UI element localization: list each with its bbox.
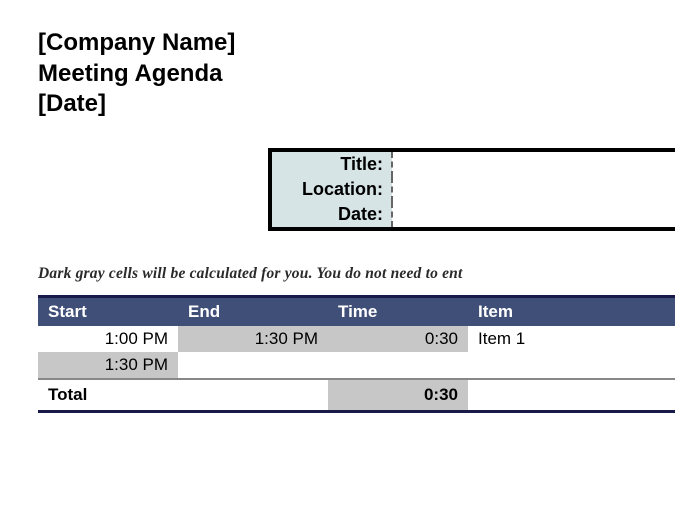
col-header-time: Time: [328, 297, 468, 327]
info-value-date[interactable]: [392, 202, 675, 229]
cell-start: 1:30 PM: [38, 352, 178, 379]
total-item-spacer: [468, 379, 675, 412]
cell-item[interactable]: [468, 352, 675, 379]
cell-time: 0:30: [328, 326, 468, 352]
col-header-end: End: [178, 297, 328, 327]
agenda-row: 1:30 PM: [38, 352, 675, 379]
info-label-location: Location:: [270, 177, 392, 202]
total-spacer: [178, 379, 328, 412]
agenda-row: 1:00 PM 1:30 PM 0:30 Item 1: [38, 326, 675, 352]
info-value-title[interactable]: [392, 150, 675, 177]
col-header-start: Start: [38, 297, 178, 327]
info-value-location[interactable]: [392, 177, 675, 202]
instruction-note: Dark gray cells will be calculated for y…: [38, 265, 675, 283]
cell-item[interactable]: Item 1: [468, 326, 675, 352]
info-label-title: Title:: [270, 150, 392, 177]
col-header-item: Item: [468, 297, 675, 327]
info-label-date: Date:: [270, 202, 392, 229]
cell-time[interactable]: [328, 352, 468, 379]
header-date[interactable]: [Date]: [38, 89, 675, 120]
total-time: 0:30: [328, 379, 468, 412]
info-table: Title: Location: Date:: [268, 148, 675, 231]
document-title: Meeting Agenda: [38, 59, 675, 90]
cell-end: 1:30 PM: [178, 326, 328, 352]
agenda-total-row: Total 0:30: [38, 379, 675, 412]
cell-end[interactable]: [178, 352, 328, 379]
company-name[interactable]: [Company Name]: [38, 28, 675, 59]
total-label: Total: [38, 379, 178, 412]
agenda-header-row: Start End Time Item: [38, 297, 675, 327]
document-header: [Company Name] Meeting Agenda [Date]: [38, 28, 675, 120]
agenda-table: Start End Time Item 1:00 PM 1:30 PM 0:30…: [38, 295, 675, 413]
cell-start[interactable]: 1:00 PM: [38, 326, 178, 352]
